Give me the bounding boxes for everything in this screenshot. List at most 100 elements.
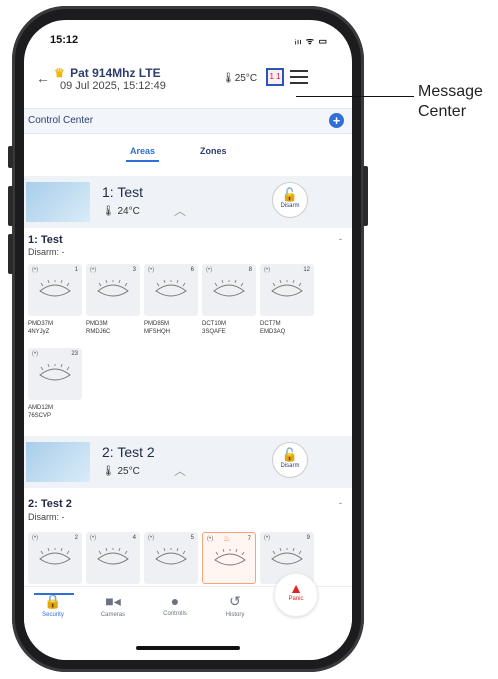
header-datetime: 09 Jul 2025, 15:12:49 — [60, 80, 166, 92]
device-model: PMD85M — [144, 321, 170, 327]
device-number: 3 — [132, 267, 136, 273]
area-thumbnail — [26, 182, 90, 222]
tab-areas[interactable]: Areas — [125, 146, 160, 162]
device-tile[interactable]: (•) 6 — [144, 264, 198, 316]
bottom-navigation: 🔒 Security ■◂ Cameras ● Controlls ↺ Hist… — [24, 573, 352, 641]
device-tile[interactable]: (•) ♨ 7 — [202, 532, 256, 584]
crown-icon: ♛ — [54, 66, 65, 80]
motion-sensor-icon — [39, 280, 71, 297]
add-icon[interactable]: + — [329, 113, 344, 128]
control-center-bar: Control Center + — [24, 108, 352, 134]
device-number: 2 — [74, 535, 78, 541]
area-header[interactable]: 2: Test 2 🌡 25°C ︿ 🔓 Disarm — [24, 436, 352, 488]
message-center-button[interactable]: 1 1 — [266, 68, 284, 86]
bulb-icon: ● — [170, 593, 180, 609]
disarm-button[interactable]: 🔓 Disarm — [272, 442, 308, 478]
volume-down-button — [8, 234, 13, 274]
device-number: 7 — [247, 536, 251, 542]
motion-sensor-icon — [271, 280, 303, 297]
motion-sensor-icon — [155, 280, 187, 297]
device-tile[interactable]: (•) 23 — [28, 348, 82, 400]
device-caption: DCT10M 3SQAFE — [202, 320, 258, 336]
area-subtitle: 1: Test — [28, 234, 63, 246]
device-number: 23 — [71, 351, 78, 357]
nav-history-label: History — [225, 612, 245, 618]
area-header[interactable]: 1: Test 🌡 24°C ︿ 🔓 Disarm — [24, 176, 352, 228]
motion-sensor-icon — [271, 548, 303, 565]
motion-sensor-icon — [39, 364, 71, 381]
device-number: 8 — [248, 267, 252, 273]
device-id: MFSHQH — [144, 329, 170, 335]
motion-sensor-icon — [155, 548, 187, 565]
device-model: PMD3M — [86, 321, 108, 327]
device-id: 4NYJyZ — [28, 329, 50, 335]
back-arrow-icon[interactable]: ← — [36, 70, 50, 86]
signal-icon: (•) — [32, 351, 39, 357]
device-caption: PMD85M MFSHQH — [144, 320, 200, 336]
mute-switch — [8, 146, 13, 168]
area-name: 2: Test 2 — [102, 444, 155, 460]
device-caption: PMD3M RMDJ6C — [86, 320, 142, 336]
device-tile[interactable]: (•) 8 — [202, 264, 256, 316]
active-indicator — [34, 593, 74, 595]
signal-icon: (•) — [264, 267, 271, 273]
callout-line1: Message — [418, 83, 483, 100]
area-thumbnail — [26, 442, 90, 482]
disarm-label: Disarm — [280, 203, 300, 209]
nav-cameras[interactable]: ■◂ Cameras — [88, 593, 138, 618]
hamburger-menu-icon[interactable] — [290, 70, 308, 88]
unlock-icon: 🔓 — [281, 187, 299, 202]
device-tile[interactable]: (•) 4 — [86, 532, 140, 584]
motion-sensor-icon — [97, 548, 129, 565]
panic-button[interactable]: ▲ Panic — [274, 573, 318, 617]
signal-icon: (•) — [206, 267, 213, 273]
device-model: DCT10M — [202, 321, 227, 327]
device-tile[interactable]: (•) 2 — [28, 532, 82, 584]
callout-line2: Center — [418, 103, 467, 120]
device-number: 6 — [190, 267, 194, 273]
callout-label: Message Center — [418, 82, 483, 122]
device-caption: AMD12M 76SCVP — [28, 404, 84, 420]
warning-icon: ▲ — [289, 580, 303, 596]
tab-zones[interactable]: Zones — [200, 146, 227, 156]
device-id: EMD3AQ — [260, 329, 286, 335]
disarm-button[interactable]: 🔓 Disarm — [272, 182, 308, 218]
site-name-label: Pat 914Mhz LTE — [70, 66, 161, 80]
device-tile[interactable]: (•) 1 — [28, 264, 82, 316]
nav-controls-label: Controlls — [163, 611, 187, 617]
motion-sensor-icon — [214, 549, 246, 566]
device-caption: PMD37M 4NYJyZ — [28, 320, 84, 336]
area-temperature: 🌡 24°C — [102, 206, 140, 217]
unlock-icon: 🔓 — [281, 447, 299, 462]
area-disarm-status: Disarm: - — [28, 512, 65, 522]
device-tile[interactable]: (•) 5 — [144, 532, 198, 584]
app-screen: 15:12 ᵢₗₗ ᯤ ▭ ← ♛ Pat 914Mhz LTE 09 Jul … — [24, 20, 352, 660]
nav-history[interactable]: ↺ History — [210, 593, 260, 618]
area-name: 1: Test — [102, 184, 143, 200]
device-tile[interactable]: (•) 12 — [260, 264, 314, 316]
chevron-up-icon[interactable]: ︿ — [174, 202, 186, 219]
device-number: 12 — [303, 267, 310, 273]
device-number: 5 — [190, 535, 194, 541]
motion-sensor-icon — [97, 280, 129, 297]
home-indicator[interactable] — [136, 646, 240, 650]
callout-line — [296, 96, 414, 97]
header-temperature: 🌡25°C — [222, 73, 257, 84]
control-center-title: Control Center — [28, 115, 94, 126]
chevron-up-icon[interactable]: ︿ — [174, 462, 186, 479]
area-zone-tabs: Areas Zones — [24, 138, 352, 166]
nav-security[interactable]: 🔒 Security — [28, 593, 78, 618]
device-model: DCT7M — [260, 321, 281, 327]
nav-security-label: Security — [42, 612, 64, 618]
nav-controls[interactable]: ● Controlls — [150, 593, 200, 617]
history-icon: ↺ — [229, 593, 241, 609]
device-model: PMD37M — [28, 321, 54, 327]
area-dash: - — [339, 498, 342, 508]
site-name[interactable]: ♛ Pat 914Mhz LTE — [54, 66, 161, 80]
signal-icon: (•) — [148, 267, 155, 273]
lock-icon: 🔒 — [44, 593, 62, 609]
camera-icon: ■◂ — [105, 593, 121, 609]
device-tile[interactable]: (•) 3 — [86, 264, 140, 316]
fire-alert-icon: ♨ — [223, 534, 231, 543]
area-subtitle: 2: Test 2 — [28, 498, 72, 510]
